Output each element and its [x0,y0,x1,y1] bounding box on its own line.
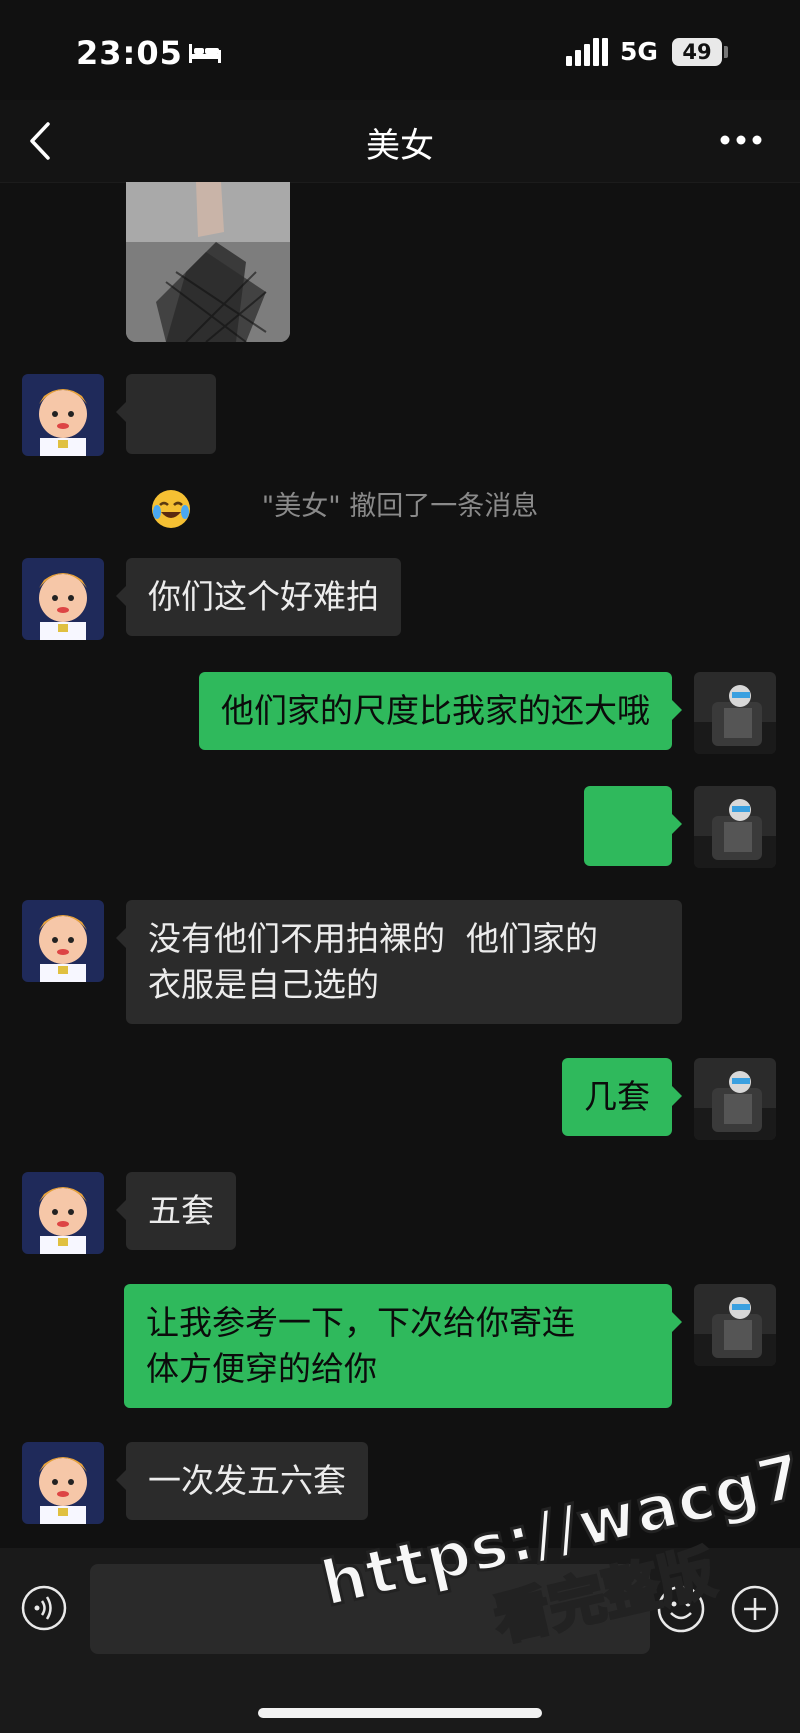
network-type: 5G [620,37,658,66]
emoji-icon[interactable] [656,1584,706,1634]
contact-avatar[interactable] [22,558,104,640]
message-bubble[interactable]: 他们家的尺度比我家的还大哦 [199,672,682,750]
chat-title: 美女 [366,126,434,166]
message-bubble[interactable] [116,374,216,528]
message-bubble[interactable]: 一次发五六套 [116,1442,368,1520]
avatar-image [694,786,776,868]
my-avatar[interactable] [694,786,776,868]
home-indicator[interactable] [258,1708,542,1718]
signal-icon [566,38,608,66]
avatar-image [22,374,104,456]
message-bubble[interactable]: 让我参考一下，下次给你寄连 体方便穿的给你 [124,1284,682,1408]
nav-bar: 美女 [0,100,800,183]
message-input[interactable] [90,1564,650,1654]
message-bubble[interactable]: 你们这个好难拍 [116,558,401,636]
photo-thumbnail [126,182,290,342]
image-message[interactable] [126,182,290,342]
avatar-image [694,1058,776,1140]
battery-cap [724,46,728,58]
message-bubble[interactable]: 几套 [562,1058,682,1136]
my-avatar[interactable] [694,672,776,754]
avatar-image [22,900,104,982]
avatar-image [694,672,776,754]
my-avatar[interactable] [694,1284,776,1366]
battery-level: 49 [672,38,722,66]
contact-avatar[interactable] [22,1172,104,1254]
contact-avatar[interactable] [22,900,104,982]
avatar-image [22,1172,104,1254]
status-time: 23:05 [76,34,183,72]
contact-avatar[interactable] [22,1442,104,1524]
message-bubble[interactable]: 没有他们不用拍裸的 他们家的 衣服是自己选的 [116,900,682,1024]
contact-avatar[interactable] [22,374,104,456]
avatar-image [694,1284,776,1366]
bed-icon [189,44,221,63]
status-bar: 23:05 5G 49 [0,0,800,100]
plus-icon[interactable] [730,1584,780,1634]
voice-icon[interactable] [20,1584,68,1632]
message-bubble[interactable]: 五套 [116,1172,236,1250]
my-avatar[interactable] [694,1058,776,1140]
message-bubble[interactable] [584,786,682,940]
input-bar [0,1548,800,1733]
more-icon[interactable] [718,128,764,152]
avatar-image [22,1442,104,1524]
avatar-image [22,558,104,640]
recall-notice: "美女" 撤回了一条消息 [261,491,539,522]
